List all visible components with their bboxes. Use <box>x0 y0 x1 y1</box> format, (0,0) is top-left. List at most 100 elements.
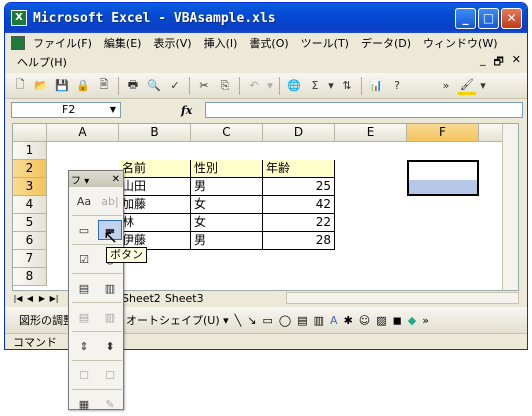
row-header-1[interactable]: 1 <box>13 142 47 160</box>
next-sheet-icon[interactable]: ▶ <box>36 294 48 303</box>
copy-icon[interactable]: ⎘ <box>216 77 234 95</box>
cell-b2[interactable]: 名前 <box>119 160 191 178</box>
combobox-icon[interactable]: ▥ <box>98 278 122 298</box>
row-header-2[interactable]: 2 <box>13 160 47 178</box>
row-header-6[interactable]: 6 <box>13 232 47 250</box>
cell-c2[interactable]: 性別 <box>191 160 263 178</box>
chart-icon[interactable]: 📊 <box>367 77 385 95</box>
cell-b5[interactable]: 林 <box>119 214 191 232</box>
open-icon[interactable]: 📂 <box>32 77 50 95</box>
workbook-icon[interactable] <box>11 35 25 50</box>
horizontal-scrollbar[interactable] <box>285 292 519 304</box>
menu-tools[interactable]: ツール(T) <box>295 35 355 51</box>
column-header-a[interactable]: A <box>47 124 119 142</box>
oval-icon[interactable]: ◯ <box>279 314 291 327</box>
column-header-c[interactable]: C <box>191 124 263 142</box>
name-box[interactable]: F2 ▼ <box>11 102 121 118</box>
menu-window[interactable]: ウィンドウ(W) <box>417 35 503 51</box>
vertical-scrollbar[interactable] <box>502 124 518 290</box>
drawing-overflow-icon[interactable]: » <box>422 314 429 327</box>
column-header-d[interactable]: D <box>263 124 335 142</box>
rectangle-icon[interactable]: ▭ <box>263 314 273 327</box>
cell-b3[interactable]: 山田 <box>119 178 191 196</box>
menu-file[interactable]: ファイル(F) <box>27 35 98 51</box>
minimize-button[interactable]: _ <box>455 8 476 29</box>
undo-icon[interactable]: ↶ <box>245 77 263 95</box>
undo-dropdown-icon[interactable]: ▾ <box>266 77 274 95</box>
permission-icon[interactable]: 🔒 <box>74 77 92 95</box>
row-header-4[interactable]: 4 <box>13 196 47 214</box>
excel-app-icon[interactable]: X <box>11 10 27 26</box>
tab-sheet2[interactable]: Sheet2 <box>120 292 163 305</box>
menu-help[interactable]: ヘルプ(H) <box>11 54 73 70</box>
row-header-3[interactable]: 3 <box>13 178 47 196</box>
cell-d3[interactable]: 25 <box>263 178 335 196</box>
print-icon[interactable]: 🖶 <box>124 77 142 95</box>
cell-d5[interactable]: 22 <box>263 214 335 232</box>
column-header-f[interactable]: F <box>407 124 479 142</box>
mdi-restore-button[interactable]: 🗗 <box>493 53 503 72</box>
save-icon[interactable]: 💾 <box>53 77 71 95</box>
cell-c5[interactable]: 女 <box>191 214 263 232</box>
autosum-dropdown-icon[interactable]: ▾ <box>327 77 335 95</box>
sort-icon[interactable]: ⇅ <box>338 77 356 95</box>
forms-toolbar-close-icon[interactable]: ✕ <box>112 174 120 185</box>
groupbox-icon[interactable]: ▭ <box>72 220 96 240</box>
first-sheet-icon[interactable]: |◀ <box>12 294 24 303</box>
spinner-icon[interactable]: ⬍ <box>98 336 122 356</box>
draw-menu[interactable]: 図形の調整 <box>19 312 74 328</box>
tab-sheet3[interactable]: Sheet3 <box>163 292 206 305</box>
forms-toolbar-titlebar[interactable]: フ ▾ ✕ <box>69 171 123 187</box>
textbox-icon[interactable]: ▤ <box>297 314 307 327</box>
cell-d2[interactable]: 年齢 <box>263 160 335 178</box>
new-icon[interactable]: 🗋 <box>11 77 29 95</box>
diagram-icon[interactable]: ✱ <box>344 314 353 327</box>
active-selection[interactable] <box>407 160 479 196</box>
name-box-dropdown-icon[interactable]: ▼ <box>106 103 120 117</box>
close-button[interactable]: ✕ <box>501 8 522 29</box>
last-sheet-icon[interactable]: ▶| <box>48 294 60 303</box>
fill-color-icon[interactable]: 🖌 <box>458 77 476 95</box>
wordart-icon[interactable]: A <box>330 314 338 327</box>
menu-edit[interactable]: 編集(E) <box>98 35 148 51</box>
mdi-minimize-button[interactable]: _ <box>480 53 486 72</box>
preview-icon[interactable]: 🔍 <box>145 77 163 95</box>
toolbar-options-icon[interactable]: ▾ <box>84 176 89 187</box>
line-icon[interactable]: ╲ <box>235 314 242 327</box>
cell-d6[interactable]: 28 <box>263 232 335 250</box>
menu-insert[interactable]: 挿入(I) <box>198 35 244 51</box>
cell-c3[interactable]: 男 <box>191 178 263 196</box>
row-header-5[interactable]: 5 <box>13 214 47 232</box>
column-header-b[interactable]: B <box>119 124 191 142</box>
row-header-7[interactable]: 7 <box>13 250 47 268</box>
maximize-button[interactable]: □ <box>478 8 499 29</box>
vertical-textbox-icon[interactable]: ▥ <box>314 314 324 327</box>
prev-sheet-icon[interactable]: ◀ <box>24 294 36 303</box>
cell-b4[interactable]: 加藤 <box>119 196 191 214</box>
column-header-e[interactable]: E <box>335 124 407 142</box>
scrollbar-icon[interactable]: ⇕ <box>72 336 96 356</box>
3d-icon[interactable]: ◆ <box>408 314 416 327</box>
toggle-grid-icon[interactable]: ▦ <box>72 394 96 414</box>
help-icon[interactable]: ? <box>388 77 406 95</box>
autosum-icon[interactable]: Σ <box>306 77 324 95</box>
cut-icon[interactable]: ✂ <box>195 77 213 95</box>
autoshape-menu[interactable]: オートシェイプ(U) ▾ <box>126 312 229 328</box>
listbox-icon[interactable]: ▤ <box>72 278 96 298</box>
print-preview-icon[interactable]: 🖹 <box>95 77 113 95</box>
row-header-8[interactable]: 8 <box>13 268 47 286</box>
shadow-icon[interactable]: ◼ <box>393 314 402 327</box>
spellcheck-icon[interactable]: ✓ <box>166 77 184 95</box>
label-icon[interactable]: Aa <box>72 191 96 211</box>
toolbar-overflow-icon[interactable]: » <box>437 77 455 95</box>
hyperlink-icon[interactable]: 🌐 <box>285 77 303 95</box>
menu-view[interactable]: 表示(V) <box>147 35 197 51</box>
formula-input[interactable] <box>205 102 523 118</box>
insert-function-icon[interactable]: fx <box>181 104 192 117</box>
mdi-close-button[interactable]: ✕ <box>512 53 521 72</box>
cell-c6[interactable]: 男 <box>191 232 263 250</box>
arrow-icon[interactable]: ↘ <box>247 314 256 327</box>
cell-d4[interactable]: 42 <box>263 196 335 214</box>
menu-data[interactable]: データ(D) <box>355 35 417 51</box>
fill-color-dropdown-icon[interactable]: ▾ <box>479 77 487 95</box>
